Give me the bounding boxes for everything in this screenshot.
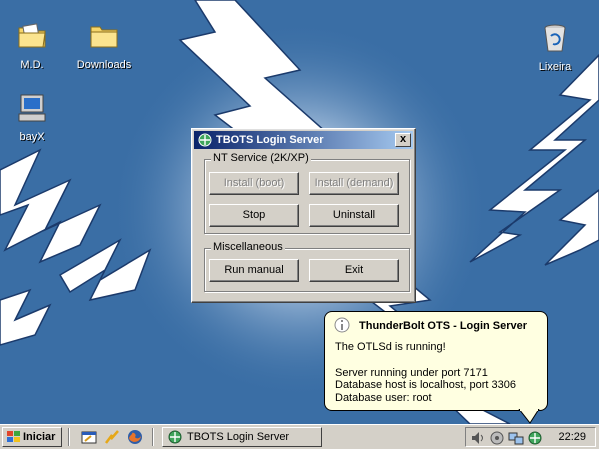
tbots-app-icon <box>198 133 212 147</box>
my-documents-folder-icon <box>18 23 46 48</box>
login-server-window: TBOTS Login Server x NT Service (2K/XP) … <box>191 128 416 303</box>
volume-icon[interactable] <box>470 430 486 446</box>
balloon-tail <box>518 409 540 424</box>
uninstall-button[interactable]: Uninstall <box>309 204 399 227</box>
info-icon <box>334 317 350 333</box>
tbots-app-icon <box>168 430 182 444</box>
stop-button[interactable]: Stop <box>209 204 299 227</box>
close-button[interactable]: x <box>395 133 411 147</box>
install-boot-button[interactable]: Install (boot) <box>209 172 299 195</box>
desktop-icon-label: M.D. <box>20 59 44 71</box>
balloon-port-line: Server running under port 7171 <box>335 367 488 379</box>
system-tray: 22:29 <box>465 427 596 447</box>
folder-icon <box>90 26 118 48</box>
start-button[interactable]: Iniciar <box>2 427 62 447</box>
install-demand-button[interactable]: Install (demand) <box>309 172 399 195</box>
taskbar-window-button[interactable]: TBOTS Login Server <box>162 427 322 447</box>
balloon-db-user-line: Database user: root <box>335 392 432 404</box>
clock[interactable]: 22:29 <box>558 431 586 443</box>
windows-logo-icon <box>7 431 20 442</box>
taskbar: Iniciar TBOTS Login Server 22:29 <box>0 424 599 449</box>
firefox-icon[interactable] <box>127 429 143 445</box>
recycle-bin-icon <box>544 24 566 52</box>
title-bar[interactable]: TBOTS Login Server x <box>194 131 413 149</box>
desktop-icon-label: bayX <box>19 131 45 143</box>
desktop-icon-bayx[interactable]: bayX <box>0 92 67 143</box>
desktop-icon-md[interactable]: M.D. <box>0 20 67 71</box>
close-icon: x <box>399 133 407 145</box>
desktop-icon-label: Lixeira <box>538 61 572 73</box>
winamp-icon[interactable] <box>104 429 120 445</box>
desktop-icon-label: Downloads <box>76 59 132 71</box>
run-manual-button[interactable]: Run manual <box>209 259 299 282</box>
tray-balloon-notification[interactable]: ThunderBolt OTS - Login Server The OTLSd… <box>324 311 548 411</box>
window-title: TBOTS Login Server <box>216 134 324 146</box>
desktop-icon-downloads[interactable]: Downloads <box>69 20 139 71</box>
taskbar-separator <box>152 428 154 446</box>
my-computer-icon <box>18 94 46 122</box>
desktop-icon-lixeira[interactable]: Lixeira <box>520 22 590 73</box>
show-desktop-icon[interactable] <box>81 429 97 445</box>
start-label: Iniciar <box>23 431 56 443</box>
network-icon[interactable] <box>508 430 524 446</box>
nt-service-legend: NT Service (2K/XP) <box>211 152 311 164</box>
balloon-title: ThunderBolt OTS - Login Server <box>359 320 528 332</box>
balloon-status-line: The OTLSd is running! <box>335 341 446 353</box>
taskbar-separator <box>68 428 70 446</box>
exit-button[interactable]: Exit <box>309 259 399 282</box>
miscellaneous-legend: Miscellaneous <box>211 241 285 253</box>
balloon-db-host-line: Database host is localhost, port 3306 <box>335 379 517 391</box>
taskbar-window-label: TBOTS Login Server <box>187 431 290 443</box>
tray-app-icon[interactable] <box>489 430 505 446</box>
tbots-tray-icon[interactable] <box>527 430 543 446</box>
